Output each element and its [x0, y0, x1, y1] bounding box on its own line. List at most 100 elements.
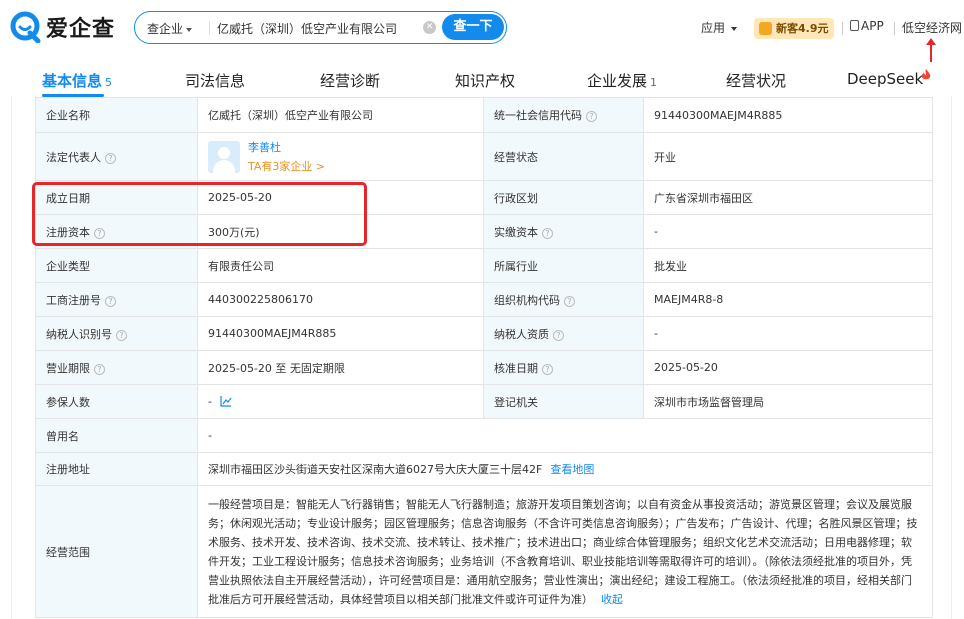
tab-operations[interactable]: 经营状况 [726, 70, 786, 91]
address-cell: 深圳市福田区沙头街道天安社区深南大道6027号大庆大厦三十层42F 查看地图 [197, 452, 933, 486]
logo-text: 爱企查 [46, 17, 116, 42]
authority-label: 登记机关 [483, 384, 644, 419]
approve-date-label: 核准日期 [494, 361, 538, 375]
table-row: 纳税人识别号? 91440300MAEJM4R885 纳税人资质? - [35, 316, 933, 351]
scope-label: 经营范围 [35, 485, 198, 618]
legal-rep-label: 法定代表人 [46, 150, 101, 164]
table-row: 法定代表人? 李善杜 TA有3家企业 > 经营状态 开业 [35, 132, 933, 181]
divider [842, 22, 843, 35]
org-code-label: 组织机构代码 [494, 293, 560, 307]
table-row: 企业类型 有限责任公司 所属行业 批发业 [35, 248, 933, 283]
avatar[interactable] [208, 140, 240, 173]
table-row: 参保人数 - 登记机关 深圳市市场监督管理局 [35, 384, 933, 419]
logo-icon [10, 11, 41, 43]
taxpayer-qual-label: 纳税人资质 [494, 327, 549, 341]
org-code-value: MAEJM4R8-8 [643, 282, 933, 317]
reg-no-value: 440300225806170 [197, 282, 484, 317]
tax-id-value: 91440300MAEJM4R885 [197, 316, 484, 351]
app-link[interactable]: APP [850, 19, 884, 33]
legal-rep-cell: 李善杜 TA有3家企业 > [197, 132, 484, 181]
help-icon[interactable]: ? [105, 152, 116, 164]
fire-icon [921, 69, 931, 80]
reg-no-label-cell: 工商注册号? [35, 282, 198, 317]
search-button[interactable]: 查一下 [442, 14, 504, 40]
tab-count: 5 [105, 76, 113, 89]
credit-code-value: 91440300MAEJM4R885 [643, 97, 933, 133]
status-value: 开业 [643, 132, 933, 181]
insured-cell: - [197, 384, 484, 419]
authority-value: 深圳市市场监督管理局 [643, 384, 933, 419]
paid-capital-label-cell: 实缴资本? [483, 214, 644, 249]
help-icon[interactable]: ? [542, 363, 553, 375]
taxpayer-qual-label-cell: 纳税人资质? [483, 316, 644, 351]
promo-label: 新客4.9元 [776, 22, 829, 35]
apps-label: 应用 [701, 21, 726, 35]
insured-label: 参保人数 [35, 384, 198, 419]
tab-label: 司法信息 [185, 72, 246, 90]
promo-badge[interactable]: 新客4.9元 [754, 18, 834, 39]
term-label-cell: 营业期限? [35, 350, 198, 385]
phone-icon [850, 20, 859, 31]
district-value: 广东省深圳市福田区 [643, 180, 933, 215]
tax-id-label: 纳税人识别号 [46, 327, 112, 341]
help-icon[interactable]: ? [564, 295, 575, 307]
logo[interactable]: 爱企查 [10, 10, 115, 44]
tab-diagnosis[interactable]: 经营诊断 [320, 70, 380, 91]
clear-icon[interactable]: ✕ [423, 21, 436, 34]
paid-capital-value: - [643, 214, 933, 249]
legal-rep-label-cell: 法定代表人? [35, 132, 198, 181]
table-row: 注册地址 深圳市福田区沙头街道天安社区深南大道6027号大庆大厦三十层42F 查看… [35, 452, 933, 486]
type-label: 企业类型 [35, 248, 198, 283]
legal-rep-name-link[interactable]: 李善杜 [248, 139, 325, 155]
tab-label: 企业发展 [587, 72, 648, 90]
search-input[interactable] [217, 16, 427, 40]
approve-date-label-cell: 核准日期? [483, 350, 644, 385]
term-label: 营业期限 [46, 361, 90, 375]
collapse-link[interactable]: 收起 [601, 593, 623, 606]
paid-capital-label: 实缴资本 [494, 225, 538, 239]
crown-icon [759, 22, 772, 35]
tab-label: 经营诊断 [320, 72, 381, 90]
former-name-label: 曾用名 [35, 418, 198, 453]
help-icon[interactable]: ? [94, 363, 105, 375]
trend-chart-icon[interactable] [220, 396, 232, 407]
address-label: 注册地址 [35, 452, 198, 486]
address-value: 深圳市福田区沙头街道天安社区深南大道6027号大庆大厦三十层42F [208, 463, 543, 476]
basic-info-table: 企业名称 亿威托（深圳）低空产业有限公司 统一社会信用代码? 91440300M… [35, 97, 933, 618]
insured-value: - [208, 395, 212, 408]
low-altitude-link[interactable]: 低空经济网 [902, 19, 962, 36]
help-icon[interactable]: ? [586, 111, 597, 122]
type-value: 有限责任公司 [197, 248, 484, 283]
tab-ip[interactable]: 知识产权 [455, 70, 515, 91]
help-icon[interactable]: ? [116, 329, 127, 341]
chevron-down-icon [731, 26, 738, 31]
chevron-down-icon [186, 27, 193, 32]
org-code-label-cell: 组织机构代码? [483, 282, 644, 317]
tab-basic-info[interactable]: 基本信息 5 [42, 70, 112, 91]
industry-value: 批发业 [643, 248, 933, 283]
tab-bar: 基本信息 5 司法信息 经营诊断 知识产权 企业发展 1 经营状况 DeepSeek [0, 60, 964, 97]
related-companies-link[interactable]: TA有3家企业 > [248, 158, 325, 174]
help-icon[interactable]: ? [553, 329, 564, 341]
tab-development[interactable]: 企业发展 1 [587, 70, 657, 91]
help-icon[interactable]: ? [105, 295, 116, 307]
status-label: 经营状态 [483, 132, 644, 181]
view-map-link[interactable]: 查看地图 [550, 463, 594, 476]
district-label: 行政区划 [483, 180, 644, 215]
scope-cell: 一般经营项目是：智能无人飞行器销售；智能无人飞行器制造；旅游开发项目策划咨询；以… [197, 485, 933, 618]
taxpayer-qual-value: - [643, 316, 933, 351]
tab-label: 基本信息 [42, 72, 103, 90]
tab-count: 1 [650, 76, 658, 89]
help-icon[interactable]: ? [542, 227, 553, 239]
table-row: 营业期限? 2025-05-20 至 无固定期限 核准日期? 2025-05-2… [35, 350, 933, 385]
tax-id-label-cell: 纳税人识别号? [35, 316, 198, 351]
apps-menu[interactable]: 应用 [701, 19, 738, 36]
tab-deepseek[interactable]: DeepSeek [847, 70, 923, 88]
former-name-value: - [197, 418, 933, 453]
reg-no-label: 工商注册号 [46, 293, 101, 307]
term-value: 2025-05-20 至 无固定期限 [197, 350, 484, 385]
approve-date-value: 2025-05-20 [643, 350, 933, 385]
tab-judicial[interactable]: 司法信息 [185, 70, 245, 91]
tab-label: 经营状况 [726, 72, 787, 90]
search-scope-select[interactable]: 查企业 [147, 20, 193, 37]
